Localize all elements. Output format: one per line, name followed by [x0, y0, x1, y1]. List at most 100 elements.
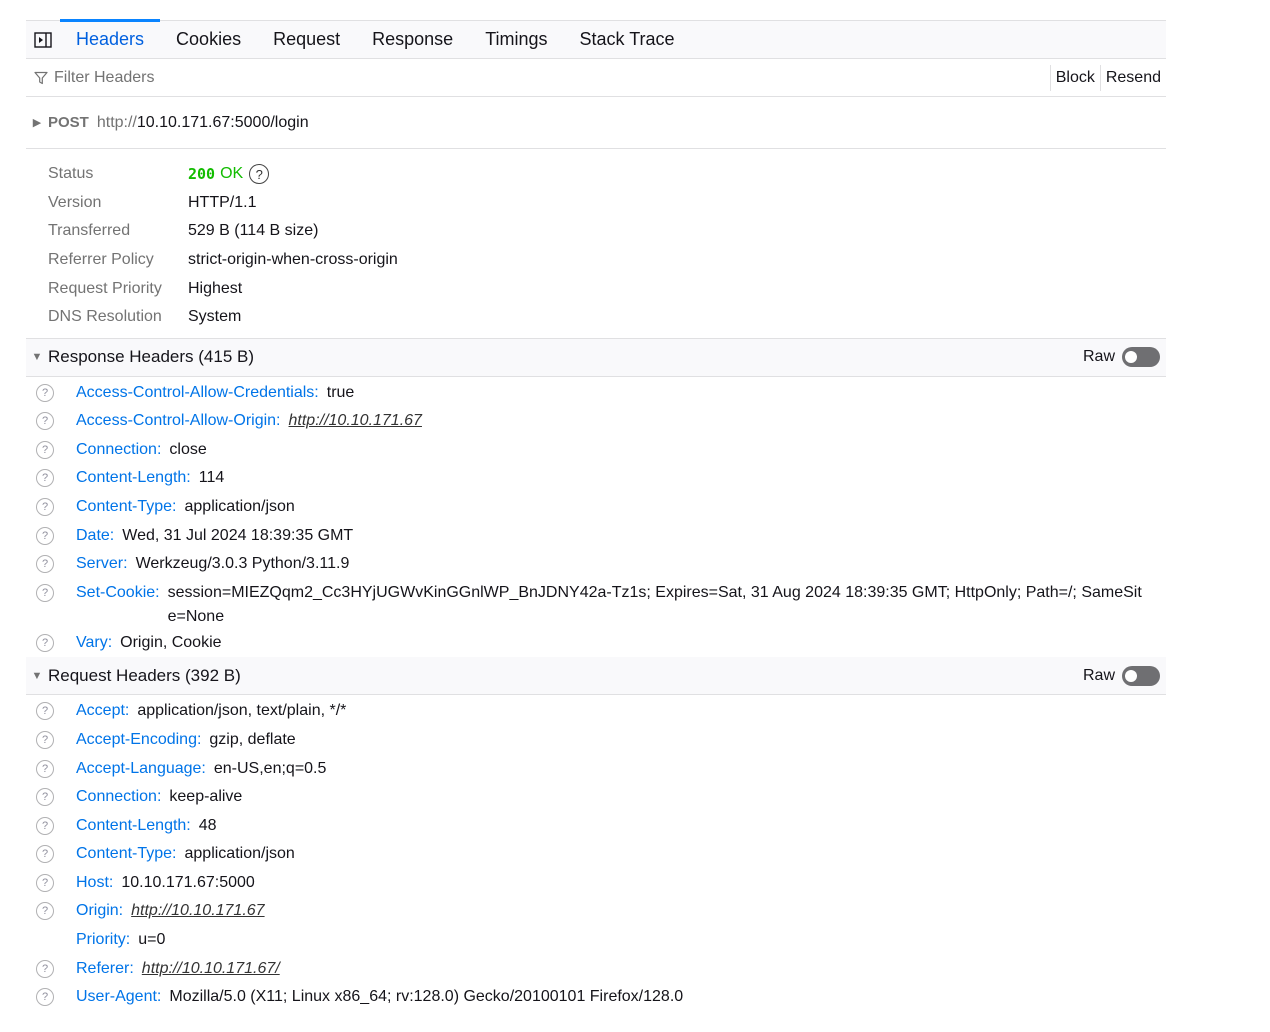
response-headers-section-header[interactable]: ▼ Response Headers (415 B) Raw: [26, 338, 1166, 377]
collapse-triangle-icon: ▼: [31, 669, 43, 682]
request-summary[interactable]: ▶ POST http:// 10.10.171.67:5000/login: [26, 97, 1166, 149]
help-icon[interactable]: ?: [249, 164, 270, 185]
header-name: Server:: [76, 555, 128, 573]
header-value: Werkzeug/3.0.3 Python/3.11.9: [135, 555, 350, 573]
help-icon[interactable]: ?: [36, 440, 54, 459]
help-icon[interactable]: ?: [36, 845, 54, 864]
help-icon[interactable]: ?: [36, 988, 54, 1007]
help-icon[interactable]: ?: [36, 730, 54, 749]
header-value: 48: [198, 816, 217, 834]
header-row[interactable]: ? User-Agent: Mozilla/5.0 (X11; Linux x86_…: [26, 983, 1166, 1012]
header-name: Accept-Encoding:: [76, 730, 202, 748]
header-row[interactable]: ? Access-Control-Allow-Credentials: true: [26, 379, 1166, 408]
raw-toggle-switch[interactable]: [1122, 347, 1160, 368]
tab-cookies[interactable]: Cookies: [160, 21, 257, 58]
header-row[interactable]: ? Referer: http://10.10.171.67/: [26, 955, 1166, 984]
filter-bar: Block Resend: [26, 59, 1166, 97]
referrer-policy-label: Referrer Policy: [48, 251, 154, 269]
help-icon[interactable]: ?: [36, 583, 54, 602]
referrer-policy-value: strict-origin-when-cross-origin: [188, 251, 398, 269]
header-name: Host:: [76, 873, 114, 891]
help-icon[interactable]: ?: [36, 759, 54, 778]
help-icon[interactable]: ?: [36, 873, 54, 892]
header-value: close: [169, 440, 207, 458]
help-icon[interactable]: ?: [36, 959, 54, 978]
header-row[interactable]: ? Accept-Language: en-US,en;q=0.5: [26, 755, 1166, 784]
header-value: en-US,en;q=0.5: [213, 759, 327, 777]
header-value: true: [326, 383, 355, 401]
tab-headers[interactable]: Headers: [60, 19, 161, 58]
help-icon[interactable]: ?: [36, 497, 54, 516]
header-value-link[interactable]: http://10.10.171.67: [131, 899, 264, 923]
header-name: Access-Control-Allow-Origin:: [76, 412, 281, 430]
header-row[interactable]: ? Content-Length: 114: [26, 464, 1166, 493]
filter-headers-input[interactable]: [52, 68, 1050, 87]
header-name: Vary:: [76, 633, 113, 651]
header-row[interactable]: ? Server: Werkzeug/3.0.3 Python/3.11.9: [26, 550, 1166, 579]
header-value: u=0: [138, 931, 166, 949]
header-row[interactable]: ? Set-Cookie: session=MIEZQqm2_Cc3HYjUGWvK…: [26, 579, 1166, 629]
raw-toggle-group[interactable]: Raw: [1082, 347, 1160, 368]
help-icon[interactable]: ?: [36, 633, 54, 652]
header-name: Content-Type:: [76, 845, 177, 863]
header-row[interactable]: ? Origin: http://10.10.171.67: [26, 897, 1166, 926]
request-method: POST: [48, 114, 89, 131]
help-icon[interactable]: ?: [36, 412, 54, 431]
request-headers-section-header[interactable]: ▼ Request Headers (392 B) Raw: [26, 657, 1166, 696]
header-value: 10.10.171.67:5000: [121, 873, 255, 891]
version-value: HTTP/1.1: [188, 193, 257, 211]
help-icon[interactable]: ?: [36, 555, 54, 574]
header-row[interactable]: ? Accept: application/json, text/plain, */…: [26, 697, 1166, 726]
status-row: Status 200 OK ?: [26, 160, 1166, 189]
header-name: Connection:: [76, 440, 162, 458]
help-icon[interactable]: ?: [36, 383, 54, 402]
help-icon[interactable]: ?: [36, 469, 54, 488]
resend-button[interactable]: Resend: [1099, 64, 1166, 91]
header-row[interactable]: ? Access-Control-Allow-Origin: http://10.1…: [26, 407, 1166, 436]
tab-bar: Headers Cookies Request Response Timings…: [26, 19, 1166, 59]
help-icon[interactable]: ?: [36, 902, 54, 921]
transferred-row: Transferred 529 B (114 B size): [26, 217, 1166, 246]
raw-label: Raw: [1082, 348, 1115, 366]
help-icon[interactable]: ?: [36, 788, 54, 807]
header-row[interactable]: ? Vary: Origin, Cookie: [26, 629, 1166, 658]
toggle-sidebar-icon[interactable]: [26, 21, 60, 58]
header-value-link[interactable]: http://10.10.171.67: [289, 409, 422, 433]
header-row[interactable]: ? Content-Type: application/json: [26, 840, 1166, 869]
response-headers-list: ? Access-Control-Allow-Credentials: true? A…: [26, 377, 1166, 658]
help-icon[interactable]: ?: [36, 526, 54, 545]
header-row[interactable]: ? Connection: keep-alive: [26, 783, 1166, 812]
raw-toggle-group[interactable]: Raw: [1083, 665, 1160, 686]
tab-request[interactable]: Request: [257, 21, 356, 58]
header-name: Accept-Language:: [76, 759, 206, 777]
header-value: 114: [198, 469, 225, 487]
help-icon[interactable]: ?: [36, 816, 54, 835]
expand-triangle-icon: ▶: [32, 117, 42, 129]
header-value-link[interactable]: http://10.10.171.67/: [142, 957, 280, 981]
request-priority-row: Request Priority Highest: [26, 274, 1166, 303]
header-value: application/json: [184, 845, 295, 863]
transferred-value: 529 B (114 B size): [188, 222, 319, 240]
raw-toggle-switch[interactable]: [1122, 665, 1160, 686]
network-details-panel: Headers Cookies Request Response Timings…: [26, 19, 1166, 1012]
header-row[interactable]: Priority: u=0: [26, 926, 1166, 955]
request-headers-list: ? Accept: application/json, text/plain, */…: [26, 695, 1166, 1012]
header-row[interactable]: ? Accept-Encoding: gzip, deflate: [26, 726, 1166, 755]
request-headers-title: Request Headers (392 B): [48, 665, 241, 685]
block-button[interactable]: Block: [1049, 64, 1100, 91]
header-row[interactable]: ? Date: Wed, 31 Jul 2024 18:39:35 GMT: [26, 522, 1166, 551]
header-name: User-Agent:: [76, 988, 162, 1006]
tab-response[interactable]: Response: [356, 21, 469, 58]
help-icon[interactable]: ?: [36, 702, 54, 721]
header-value: keep-alive: [169, 788, 243, 806]
header-row[interactable]: ? Connection: close: [26, 436, 1166, 465]
version-row: Version HTTP/1.1: [26, 189, 1166, 218]
header-row[interactable]: ? Host: 10.10.171.67:5000: [26, 869, 1166, 898]
response-headers-title: Response Headers (415 B): [48, 347, 255, 367]
tab-timings[interactable]: Timings: [469, 21, 563, 58]
header-row[interactable]: ? Content-Type: application/json: [26, 493, 1166, 522]
header-name: Referer:: [76, 959, 134, 977]
tab-stack-trace[interactable]: Stack Trace: [564, 21, 691, 58]
header-row[interactable]: ? Content-Length: 48: [26, 812, 1166, 841]
header-name: Content-Length:: [76, 816, 191, 834]
